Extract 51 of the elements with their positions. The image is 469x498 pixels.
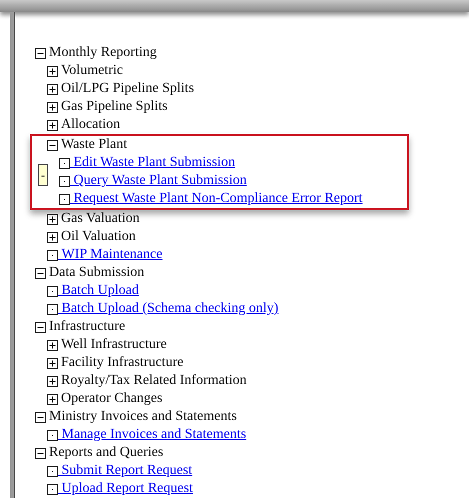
- bullet-icon: [59, 158, 70, 168]
- expand-icon[interactable]: [47, 102, 58, 112]
- tree-node-label[interactable]: Infrastructure: [49, 318, 126, 336]
- expand-icon[interactable]: [47, 376, 58, 386]
- tree-node-label[interactable]: Oil/LPG Pipeline Splits: [61, 80, 194, 98]
- bullet-icon: [59, 176, 70, 186]
- collapse-icon[interactable]: [35, 268, 46, 278]
- tree-node-label[interactable]: Royalty/Tax Related Information: [61, 372, 247, 390]
- tree-node-label[interactable]: Waste Plant: [61, 136, 128, 154]
- collapse-icon[interactable]: [47, 140, 58, 150]
- expand-icon[interactable]: [47, 358, 58, 368]
- expand-icon[interactable]: [47, 232, 58, 242]
- tree-link[interactable]: Batch Upload: [58, 283, 139, 299]
- expand-icon[interactable]: [47, 66, 58, 76]
- tree-node-label[interactable]: Well Infrastructure: [61, 336, 167, 354]
- bullet-icon: [47, 250, 58, 260]
- tree-node-label[interactable]: Ministry Invoices and Statements: [49, 408, 237, 426]
- bullet-icon: [59, 194, 70, 204]
- tree-node-label[interactable]: Data Submission: [49, 264, 144, 282]
- tree-link[interactable]: Batch Upload (Schema checking only): [58, 301, 278, 317]
- bullet-icon: [47, 304, 58, 314]
- bullet-icon: [47, 484, 58, 494]
- expand-icon[interactable]: [47, 340, 58, 350]
- tree-link[interactable]: Request Waste Plant Non-Compliance Error Report: [70, 191, 363, 207]
- bullet-icon: [47, 430, 58, 440]
- collapse-icon[interactable]: [35, 322, 46, 332]
- tooltip: -: [38, 164, 48, 186]
- tree-link[interactable]: Submit Report Request: [58, 463, 192, 479]
- tree-node-label[interactable]: Operator Changes: [61, 390, 162, 408]
- collapse-icon[interactable]: [35, 412, 46, 422]
- tree-link[interactable]: Query Waste Plant Submission: [70, 173, 247, 189]
- bullet-icon: [47, 286, 58, 296]
- tree-node-label[interactable]: Monthly Reporting: [49, 44, 157, 62]
- tree-node-label[interactable]: Allocation: [61, 116, 120, 134]
- tree-node-label[interactable]: Facility Infrastructure: [61, 354, 184, 372]
- tree-link[interactable]: Manage Invoices and Statements: [58, 427, 246, 443]
- bullet-icon: [47, 466, 58, 476]
- tree-node-label[interactable]: Oil Valuation: [61, 228, 136, 246]
- collapse-icon[interactable]: [35, 448, 46, 458]
- expand-icon[interactable]: [47, 84, 58, 94]
- tree-link[interactable]: Upload Report Request: [58, 481, 193, 497]
- collapse-icon[interactable]: [35, 48, 46, 58]
- tree-node-label[interactable]: Volumetric: [61, 62, 123, 80]
- expand-icon[interactable]: [47, 120, 58, 130]
- expand-icon[interactable]: [47, 394, 58, 404]
- tree-node-label[interactable]: Gas Valuation: [61, 210, 140, 228]
- tree-node-label[interactable]: Reports and Queries: [49, 444, 164, 462]
- expand-icon[interactable]: [47, 214, 58, 224]
- tree-node-label[interactable]: Gas Pipeline Splits: [61, 98, 168, 116]
- tree-link[interactable]: Edit Waste Plant Submission: [70, 155, 236, 171]
- tree-link[interactable]: WIP Maintenance: [58, 247, 162, 263]
